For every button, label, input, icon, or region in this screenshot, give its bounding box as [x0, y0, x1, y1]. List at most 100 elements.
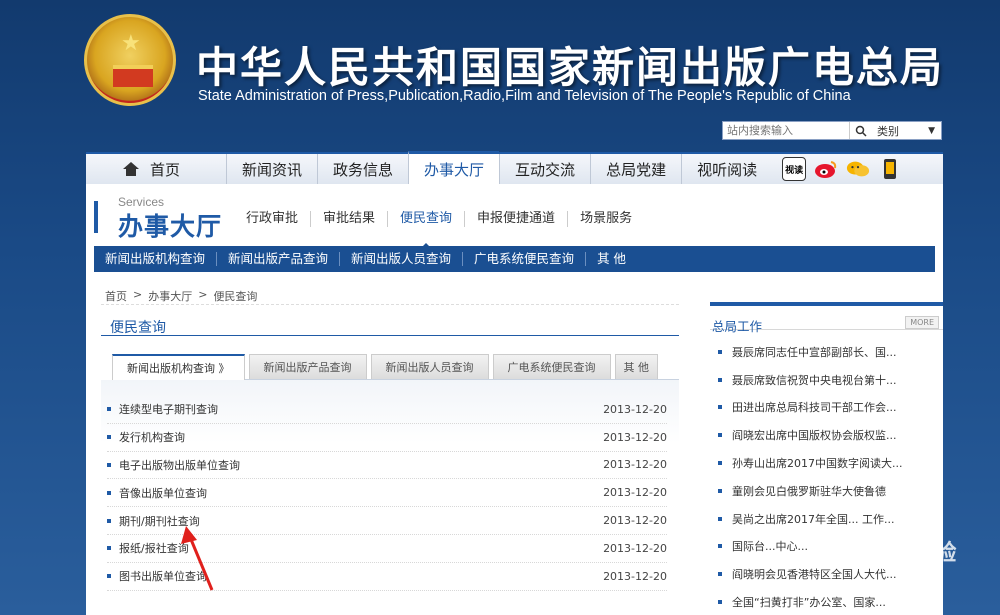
mobile-icon[interactable] — [878, 157, 902, 181]
tiananmen-gate-icon — [113, 65, 153, 87]
bullet-icon — [718, 600, 722, 605]
tab-personnel-query[interactable]: 新闻出版人员查询 — [370, 354, 489, 379]
bullet-icon — [718, 572, 722, 577]
list-item-label[interactable]: 电子出版物出版单位查询 — [119, 457, 240, 473]
sub-nav-results[interactable]: 审批结果 — [310, 211, 387, 227]
list-item-label[interactable]: 音像出版单位查询 — [119, 485, 207, 501]
bullet-icon — [718, 516, 722, 521]
search-bar: 类别 ▼ — [722, 121, 942, 140]
news-item-label[interactable]: 聂辰席同志任中宣部副部长、国... — [732, 344, 897, 360]
news-item-label[interactable]: 全国“扫黄打非”办公室、国家... — [732, 594, 886, 610]
search-category-select[interactable]: 类别 ▼ — [871, 123, 941, 139]
breadcrumb-home[interactable]: 首页 — [105, 288, 127, 304]
more-button[interactable]: MORE — [905, 316, 939, 329]
breadcrumb-service-hall[interactable]: 办事大厅 — [148, 288, 192, 304]
list-item-label[interactable]: 期刊/期刊社查询 — [119, 513, 200, 529]
bullet-icon — [107, 574, 111, 579]
news-item-label[interactable]: 阎晓宏出席中国版权协会版权监... — [732, 427, 897, 443]
bullet-icon — [107, 407, 111, 412]
bullet-icon — [718, 488, 722, 493]
page-title: 便民查询 — [110, 320, 166, 336]
list-item-date: 2013-12-20 — [603, 430, 667, 444]
list-item[interactable]: 电子出版物出版单位查询 2013-12-20 — [107, 452, 667, 480]
search-input[interactable] — [723, 122, 849, 139]
bullet-icon — [718, 433, 722, 438]
section-title: 办事大厅 — [118, 212, 223, 241]
news-item-label[interactable]: 聂辰席致信祝贺中央电视台第十... — [732, 372, 897, 388]
list-item[interactable]: 期刊/期刊社查询 2013-12-20 — [107, 507, 667, 535]
category-product-query[interactable]: 新闻出版产品查询 — [216, 252, 339, 266]
tab-org-query[interactable]: 新闻出版机构查询 》 — [112, 354, 245, 380]
site-title-zh: 中华人民共和国国家新闻出版广电总局 — [196, 43, 945, 92]
bullet-icon — [107, 518, 111, 523]
news-item[interactable]: 童刚会见白俄罗斯驻华大使鲁德 — [710, 477, 943, 505]
news-item[interactable]: 全国“扫黄打非”办公室、国家... — [710, 588, 943, 615]
star-icon: ★ — [121, 31, 141, 56]
nav-home-label: 首页 — [150, 160, 181, 179]
tab-other[interactable]: 其 他 — [614, 354, 658, 379]
category-broadcast-query[interactable]: 广电系统便民查询 — [462, 252, 585, 266]
query-list: 连续型电子期刊查询 2013-12-20 发行机构查询 2013-12-20 电子出… — [107, 396, 667, 591]
nav-item-service-hall[interactable]: 办事大厅 — [408, 151, 500, 184]
watermark: Bai 经验 — [872, 540, 957, 565]
news-item-label[interactable]: 童刚会见白俄罗斯驻华大使鲁德 — [732, 483, 886, 499]
sub-nav-scenario[interactable]: 场景服务 — [567, 211, 644, 227]
section-marker — [94, 201, 98, 233]
category-other[interactable]: 其 他 — [585, 252, 637, 266]
nav-item-interaction[interactable]: 互动交流 — [499, 154, 590, 184]
list-item[interactable]: 音像出版单位查询 2013-12-20 — [107, 479, 667, 508]
news-item[interactable]: 田进出席总局科技司干部工作会... — [710, 394, 943, 422]
list-item-date: 2013-12-20 — [603, 569, 667, 583]
wechat-icon[interactable] — [846, 157, 870, 181]
search-icon — [855, 125, 867, 137]
breadcrumb-sep: > — [133, 288, 143, 301]
search-category-label: 类别 — [877, 124, 899, 138]
news-item[interactable]: 吴尚之出席2017年全国... 工作... — [710, 505, 943, 533]
news-item-label[interactable]: 国际台...中心... — [732, 538, 808, 554]
bullet-icon — [718, 544, 722, 549]
list-item-label[interactable]: 连续型电子期刊查询 — [119, 401, 218, 417]
list-item-date: 2013-12-20 — [603, 486, 667, 500]
left-title-bar: 便民查询 — [101, 304, 679, 336]
home-icon — [123, 162, 139, 176]
news-item[interactable]: 聂辰席同志任中宣部副部长、国... — [710, 338, 943, 366]
chevron-down-icon: ▼ — [928, 125, 935, 136]
bullet-icon — [107, 490, 111, 495]
sub-nav-fast-channel[interactable]: 申报便捷通道 — [464, 211, 567, 227]
nav-item-party[interactable]: 总局党建 — [590, 154, 681, 184]
list-item[interactable]: 连续型电子期刊查询 2013-12-20 — [107, 396, 667, 424]
tab-product-query[interactable]: 新闻出版产品查询 — [248, 354, 367, 379]
list-item-label[interactable]: 发行机构查询 — [119, 429, 185, 445]
category-personnel-query[interactable]: 新闻出版人员查询 — [339, 252, 462, 266]
news-item-label[interactable]: 阎晓明会见香港特区全国人大代... — [732, 566, 897, 582]
site-title-en: State Administration of Press,Publicatio… — [198, 88, 851, 104]
breadcrumb-sep: > — [198, 288, 208, 301]
list-item[interactable]: 图书出版单位查询 2013-12-20 — [107, 563, 667, 591]
search-button[interactable] — [849, 122, 871, 139]
weibo-icon[interactable] — [814, 157, 838, 181]
list-item-date: 2013-12-20 — [603, 402, 667, 416]
list-item[interactable]: 报纸/报社查询 2013-12-20 — [107, 535, 667, 563]
category-org-query[interactable]: 新闻出版机构查询 — [94, 252, 216, 266]
list-item-label[interactable]: 图书出版单位查询 — [119, 568, 207, 584]
shidu-icon[interactable]: 视读 — [782, 157, 807, 181]
sub-nav-approval[interactable]: 行政审批 — [234, 211, 310, 227]
news-item-label[interactable]: 吴尚之出席2017年全国... 工作... — [732, 511, 894, 527]
news-item[interactable]: 阎晓宏出席中国版权协会版权监... — [710, 421, 943, 449]
news-item[interactable]: 聂辰席致信祝贺中央电视台第十... — [710, 366, 943, 394]
sub-nav-public-query[interactable]: 便民查询 — [387, 211, 464, 249]
list-item-label[interactable]: 报纸/报社查询 — [119, 540, 189, 556]
nav-item-gov-info[interactable]: 政务信息 — [317, 154, 408, 184]
list-item-date: 2013-12-20 — [603, 541, 667, 555]
national-emblem-icon: ★ — [84, 14, 176, 106]
nav-item-news[interactable]: 新闻资讯 — [226, 154, 317, 184]
bullet-icon — [107, 435, 111, 440]
news-item[interactable]: 孙寿山出席2017中国数字阅读大... — [710, 449, 943, 477]
nav-item-av-reading[interactable]: 视听阅读 — [681, 154, 772, 184]
tab-broadcast-query[interactable]: 广电系统便民查询 — [492, 354, 611, 379]
list-item[interactable]: 发行机构查询 2013-12-20 — [107, 424, 667, 452]
nav-home[interactable]: 首页 — [86, 159, 226, 180]
bullet-icon — [718, 349, 722, 354]
news-item-label[interactable]: 孙寿山出席2017中国数字阅读大... — [732, 455, 902, 471]
news-item-label[interactable]: 田进出席总局科技司干部工作会... — [732, 399, 897, 415]
